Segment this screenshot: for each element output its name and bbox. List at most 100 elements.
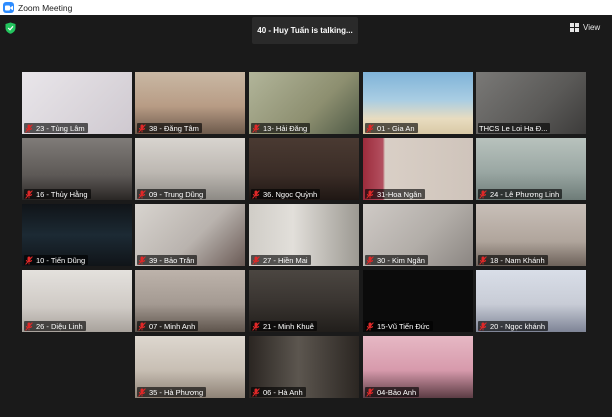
participant-tile[interactable]: 35 - Hà Phương [135, 336, 245, 398]
participant-tile[interactable]: 13- Hải Đăng [249, 72, 359, 134]
muted-mic-icon [138, 123, 146, 133]
participant-name-tag: 15-Vũ Tiến Đức [365, 321, 433, 331]
participant-tile[interactable]: 24 - Lê Phương Linh [476, 138, 586, 200]
active-speaker-text: 40 - Huy Tuấn is talking... [257, 26, 353, 35]
participant-tile[interactable]: 20 - Ngọc khánh [476, 270, 586, 332]
participant-tile[interactable]: 38 - Đăng Tâm [135, 72, 245, 134]
title-bar: Zoom Meeting [0, 0, 612, 15]
participant-tile[interactable]: 10 - Tiến Dũng [22, 204, 132, 266]
muted-mic-icon [25, 255, 33, 265]
muted-mic-icon [366, 321, 374, 331]
participant-name-tag: 27 - Hiền Mai [251, 255, 311, 265]
participant-name: 18 - Nam Khánh [490, 255, 545, 265]
participant-tile[interactable]: 39 - Bảo Trân [135, 204, 245, 266]
participant-name-tag: 04-Bảo Anh [365, 387, 420, 397]
participant-name-tag: 06 - Hà Anh [251, 387, 306, 397]
participant-tile[interactable]: 21 - Minh Khuê [249, 270, 359, 332]
muted-mic-icon [479, 255, 487, 265]
participant-tile[interactable]: 27 - Hiền Mai [249, 204, 359, 266]
participant-name-tag: 39 - Bảo Trân [137, 255, 198, 265]
participant-name-tag: 10 - Tiến Dũng [24, 255, 89, 265]
muted-mic-icon [252, 387, 260, 397]
participant-name: 04-Bảo Anh [377, 387, 417, 397]
participant-name: 24 - Lê Phương Linh [490, 189, 560, 199]
muted-mic-icon [138, 321, 146, 331]
participant-tile[interactable]: 31-Hoa Ngân [363, 138, 473, 200]
muted-mic-icon [25, 123, 33, 133]
participant-name-tag: 31-Hoa Ngân [365, 189, 425, 199]
participant-name-tag: 16 - Thủy Hằng [24, 189, 91, 199]
muted-mic-icon [479, 321, 487, 331]
participant-name: 39 - Bảo Trân [149, 255, 195, 265]
participant-name: 26 - Diệu Linh [36, 321, 83, 331]
shield-icon[interactable] [5, 22, 16, 34]
participant-name-tag: 01 - Gia An [365, 123, 418, 133]
participant-name: 10 - Tiến Dũng [36, 255, 86, 265]
participant-tile[interactable]: 26 - Diệu Linh [22, 270, 132, 332]
participant-tile[interactable]: 09 - Trung Dũng [135, 138, 245, 200]
muted-mic-icon [138, 189, 146, 199]
participant-tile[interactable]: 15-Vũ Tiến Đức [363, 270, 473, 332]
participant-name: 23 - Tùng Lâm [36, 123, 85, 133]
participant-name-tag: 07 - Minh Anh [137, 321, 199, 331]
participant-tile[interactable]: 23 - Tùng Lâm [22, 72, 132, 134]
participant-name-tag: 35 - Hà Phương [137, 387, 207, 397]
participant-tile[interactable]: 06 - Hà Anh [249, 336, 359, 398]
muted-mic-icon [252, 123, 260, 133]
participant-name: 01 - Gia An [377, 123, 415, 133]
muted-mic-icon [252, 255, 260, 265]
participant-name-tag: THCS Le Loi Ha Đ... [478, 123, 551, 133]
participant-name-tag: 13- Hải Đăng [251, 123, 311, 133]
participant-name-tag: 36. Ngọc Quỳnh [251, 189, 321, 199]
participant-name: 36. Ngọc Quỳnh [263, 189, 318, 199]
participant-name: 21 - Minh Khuê [263, 321, 314, 331]
participant-name-tag: 30 - Kim Ngân [365, 255, 428, 265]
participant-tile[interactable]: 07 - Minh Anh [135, 270, 245, 332]
participant-name: 30 - Kim Ngân [377, 255, 425, 265]
participant-name-tag: 38 - Đăng Tâm [137, 123, 202, 133]
participant-name: 06 - Hà Anh [263, 387, 303, 397]
participant-name-tag: 21 - Minh Khuê [251, 321, 317, 331]
zoom-logo-icon [3, 2, 14, 13]
active-speaker-indicator: 40 - Huy Tuấn is talking... [252, 17, 358, 44]
participant-tile[interactable]: 04-Bảo Anh [363, 336, 473, 398]
participant-name-tag: 24 - Lê Phương Linh [478, 189, 563, 199]
muted-mic-icon [252, 321, 260, 331]
participant-name: 38 - Đăng Tâm [149, 123, 199, 133]
participant-tile[interactable]: THCS Le Loi Ha Đ... [476, 72, 586, 134]
muted-mic-icon [366, 123, 374, 133]
muted-mic-icon [25, 189, 33, 199]
participant-name: 15-Vũ Tiến Đức [377, 321, 430, 331]
window-title: Zoom Meeting [18, 2, 73, 13]
muted-mic-icon [25, 321, 33, 331]
participant-name: 16 - Thủy Hằng [36, 189, 88, 199]
participant-name: 07 - Minh Anh [149, 321, 196, 331]
participant-name: 35 - Hà Phương [149, 387, 204, 397]
muted-mic-icon [138, 387, 146, 397]
muted-mic-icon [366, 387, 374, 397]
participant-name: 20 - Ngọc khánh [490, 321, 546, 331]
participant-name: 27 - Hiền Mai [263, 255, 308, 265]
muted-mic-icon [252, 189, 260, 199]
participant-name: 13- Hải Đăng [263, 123, 308, 133]
muted-mic-icon [479, 189, 487, 199]
participant-tile[interactable]: 16 - Thủy Hằng [22, 138, 132, 200]
participant-tile[interactable]: 30 - Kim Ngân [363, 204, 473, 266]
grid-icon [570, 22, 579, 32]
view-button[interactable]: View [570, 20, 600, 34]
participant-name-tag: 26 - Diệu Linh [24, 321, 86, 331]
view-label: View [583, 22, 601, 32]
muted-mic-icon [366, 255, 374, 265]
participant-name-tag: 20 - Ngọc khánh [478, 321, 549, 331]
muted-mic-icon [138, 255, 146, 265]
participant-name-tag: 09 - Trung Dũng [137, 189, 207, 199]
participant-tile[interactable]: 01 - Gia An [363, 72, 473, 134]
muted-mic-icon [366, 189, 374, 199]
participant-tile[interactable]: 18 - Nam Khánh [476, 204, 586, 266]
participant-name-tag: 23 - Tùng Lâm [24, 123, 88, 133]
participant-tile[interactable]: 36. Ngọc Quỳnh [249, 138, 359, 200]
participant-name-tag: 18 - Nam Khánh [478, 255, 548, 265]
participant-name: 31-Hoa Ngân [377, 189, 422, 199]
participant-name: 09 - Trung Dũng [149, 189, 204, 199]
participant-name: THCS Le Loi Ha Đ... [479, 123, 548, 133]
